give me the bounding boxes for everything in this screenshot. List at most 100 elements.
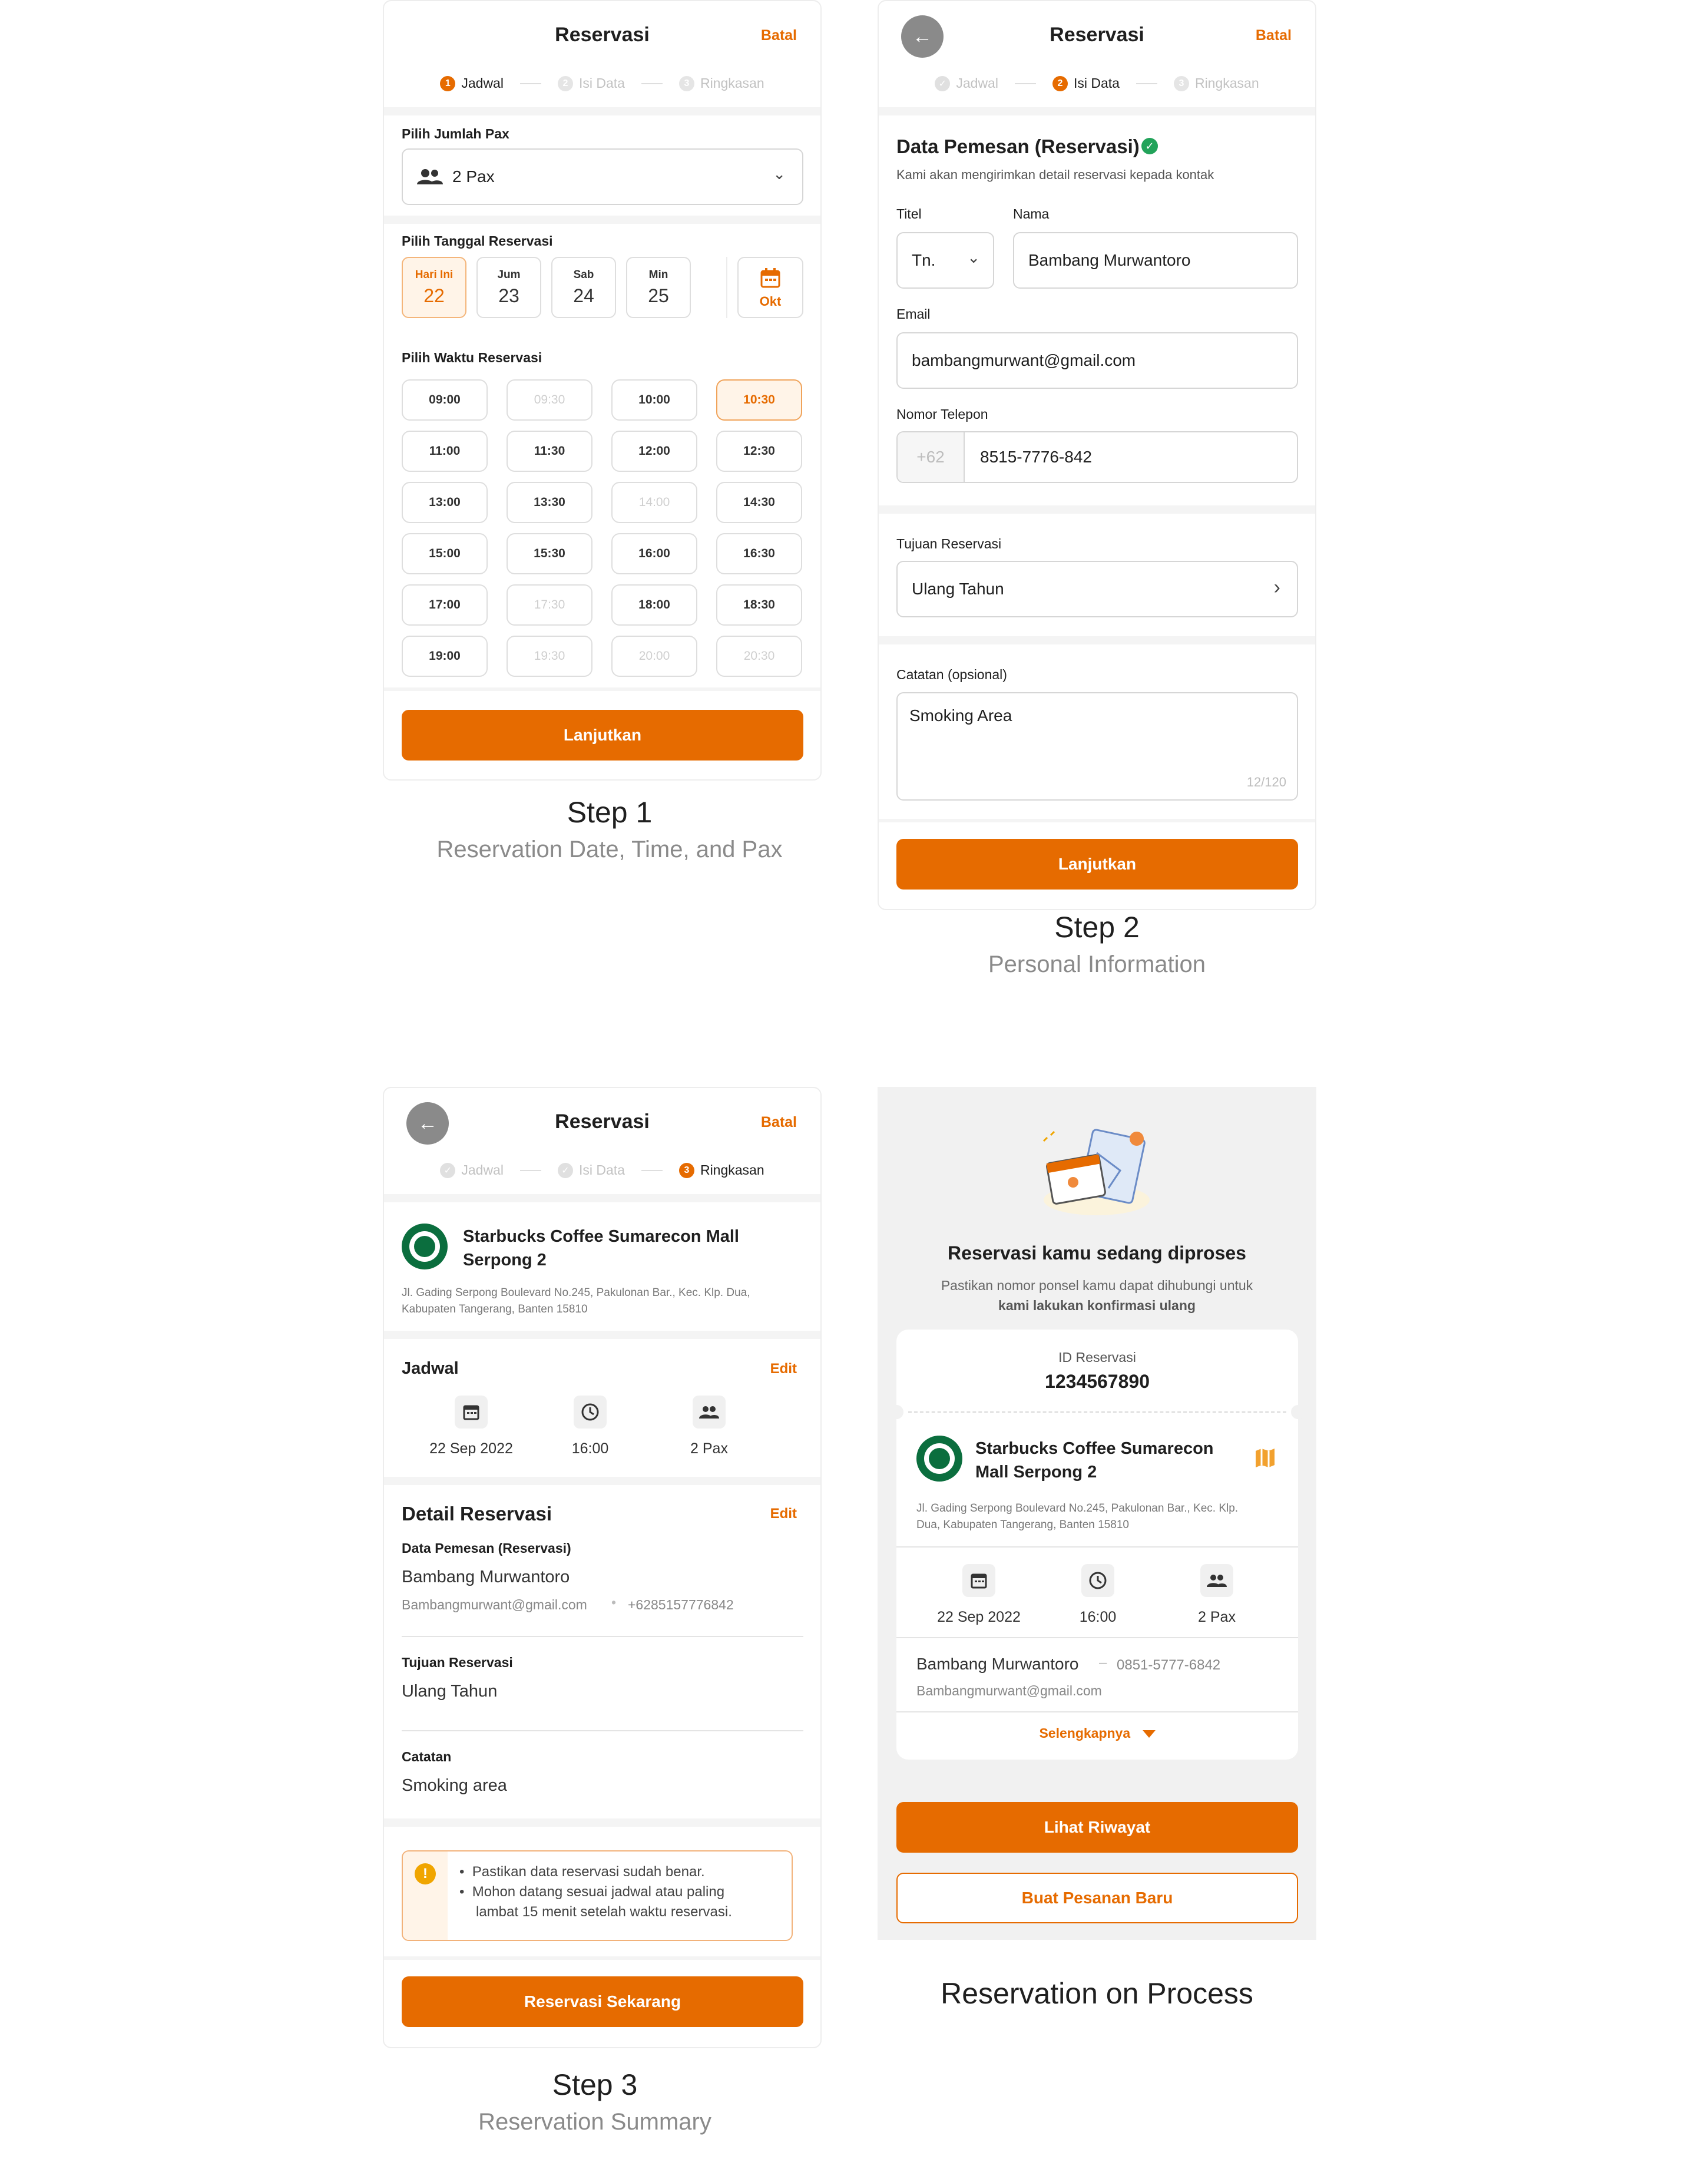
schedule-pax: 2 Pax: [690, 1440, 728, 1457]
reservation-ticket: ID Reservasi 1234567890 Starbucks Coffee…: [889, 1330, 1305, 1760]
cancel-button[interactable]: Batal: [1256, 27, 1292, 44]
store-address: Jl. Gading Serpong Boulevard No.245, Pak…: [402, 1287, 750, 1315]
time-slot[interactable]: 18:30: [716, 584, 802, 626]
reserve-now-button[interactable]: Reservasi Sekarang: [402, 1976, 803, 2027]
time-slot[interactable]: 15:00: [402, 533, 488, 574]
calendar-picker-button[interactable]: Okt: [737, 257, 803, 318]
notes-value: Smoking area: [402, 1776, 507, 1795]
date-card[interactable]: Min 25: [626, 257, 691, 318]
time-slot[interactable]: 16:00: [611, 533, 697, 574]
calendar-icon: [455, 1396, 488, 1429]
continue-button[interactable]: Lanjutkan: [896, 839, 1298, 890]
time-slot[interactable]: 12:30: [716, 431, 802, 472]
month-label: Okt: [759, 294, 782, 309]
date-label: Pilih Tanggal Reservasi: [402, 233, 553, 249]
time-slot[interactable]: 19:00: [402, 636, 488, 677]
detail-title: Detail Reservasi: [402, 1503, 552, 1525]
titel-select[interactable]: Tn. ⌄: [896, 232, 994, 289]
time-slot[interactable]: 18:00: [611, 584, 697, 626]
time-slot[interactable]: 15:30: [507, 533, 592, 574]
time-slot[interactable]: 16:30: [716, 533, 802, 574]
page-title: Reservasi: [1050, 24, 1144, 46]
notes-label: Catatan (opsional): [896, 667, 1007, 682]
starbucks-logo: [916, 1436, 962, 1482]
time-slot[interactable]: 11:30: [507, 431, 592, 472]
time-slot[interactable]: 10:00: [611, 379, 697, 421]
nama-label: Nama: [1013, 206, 1050, 221]
step-isi-data: 2 Isi Data: [1052, 75, 1120, 91]
time-slot: 20:30: [716, 636, 802, 677]
time-slot[interactable]: 12:00: [611, 431, 697, 472]
clock-icon: [574, 1396, 607, 1429]
booker-name: Bambang Murwantoro: [916, 1655, 1079, 1673]
phone-prefix: +62: [898, 432, 965, 482]
people-icon: [1200, 1564, 1233, 1597]
reservation-processing-screen: Reservasi kamu sedang diproses Pastikan …: [878, 1087, 1316, 1940]
check-icon: ✓: [1141, 138, 1158, 154]
purpose-select[interactable]: Ulang Tahun ›: [896, 561, 1298, 617]
edit-schedule-button[interactable]: Edit: [770, 1361, 797, 1377]
processing-subtitle: Pastikan nomor ponsel kamu dapat dihubun…: [941, 1278, 1253, 1313]
notice-box: ! • Pastikan data reservasi sudah benar.…: [402, 1850, 793, 1941]
time-slot[interactable]: 13:00: [402, 482, 488, 523]
purpose-label: Tujuan Reservasi: [402, 1655, 513, 1670]
view-history-button[interactable]: Lihat Riwayat: [896, 1802, 1298, 1853]
new-order-button[interactable]: Buat Pesanan Baru: [896, 1873, 1298, 1923]
time-slot[interactable]: 10:30: [716, 379, 802, 421]
email-input[interactable]: bambangmurwant@gmail.com: [896, 332, 1298, 389]
time-slot[interactable]: 14:30: [716, 482, 802, 523]
time-label: Pilih Waktu Reservasi: [402, 350, 542, 365]
time-slot[interactable]: 11:00: [402, 431, 488, 472]
char-counter: 12/120: [1246, 775, 1286, 789]
time-slot[interactable]: 09:00: [402, 379, 488, 421]
time-slot: 09:30: [507, 379, 592, 421]
stepper: ✓ Jadwal ✓ Isi Data 3 Ringkasan: [384, 1162, 820, 1178]
date-card[interactable]: Jum 23: [476, 257, 541, 318]
time-slot: 14:00: [611, 482, 697, 523]
step-ringkasan: 3 Ringkasan: [678, 1162, 764, 1178]
chevron-down-icon: ⌄: [773, 165, 786, 183]
time-slot[interactable]: 17:00: [402, 584, 488, 626]
time-slot[interactable]: 13:30: [507, 482, 592, 523]
starbucks-logo: [402, 1224, 448, 1269]
booker-email: Bambangmurwant@gmail.com: [402, 1597, 587, 1612]
booker-label: Data Pemesan (Reservasi): [402, 1540, 571, 1556]
schedule-date: 22 Sep 2022: [937, 1609, 1021, 1625]
chevron-down-icon: ⌄: [967, 249, 980, 266]
cancel-button[interactable]: Batal: [761, 1114, 797, 1131]
step-ringkasan: 3 Ringkasan: [1173, 75, 1259, 91]
cancel-button[interactable]: Batal: [761, 27, 797, 44]
booker-name: Bambang Murwantoro: [402, 1568, 570, 1586]
date-card[interactable]: Sab 24: [551, 257, 616, 318]
edit-detail-button[interactable]: Edit: [770, 1506, 797, 1522]
reservation-step1-screen: Reservasi Batal 1 Jadwal 2 Isi Data 3 Ringk…: [383, 0, 822, 781]
nama-input[interactable]: Bambang Murwantoro: [1013, 232, 1298, 289]
step-jadwal: ✓ Jadwal: [440, 1162, 504, 1178]
pax-value: 2 Pax: [452, 167, 495, 186]
time-slot: 17:30: [507, 584, 592, 626]
step-jadwal: ✓ Jadwal: [935, 75, 998, 91]
stepper: 1 Jadwal 2 Isi Data 3 Ringkasan: [384, 75, 820, 91]
schedule-time: 16:00: [1079, 1609, 1117, 1625]
date-card[interactable]: Hari Ini 22: [402, 257, 466, 318]
step3-caption: Step 3 Reservation Summary: [478, 2068, 711, 2135]
notes-label: Catatan: [402, 1749, 452, 1764]
reservation-step3-screen: ← Reservasi Batal ✓ Jadwal ✓ Isi Data 3 Rin…: [383, 1087, 822, 2048]
purpose-value: Ulang Tahun: [402, 1682, 498, 1701]
phone-input[interactable]: +62 8515-7776-842: [896, 431, 1298, 483]
notes-textarea[interactable]: Smoking Area 12/120: [896, 692, 1298, 801]
phone-value: 8515-7776-842: [980, 448, 1092, 466]
time-slot: 19:30: [507, 636, 592, 677]
step-isi-data: 2 Isi Data: [557, 75, 625, 91]
id-label: ID Reservasi: [1058, 1350, 1136, 1365]
calendar-icon: [962, 1564, 995, 1597]
booker-phone: +6285157776842: [628, 1597, 734, 1612]
titel-label: Titel: [896, 206, 922, 221]
schedule-date: 22 Sep 2022: [429, 1440, 513, 1457]
pax-select[interactable]: 2 Pax ⌄: [402, 148, 803, 205]
map-icon[interactable]: [1253, 1446, 1277, 1470]
show-more-button[interactable]: Selengkapnya: [896, 1725, 1298, 1741]
store-name: Starbucks Coffee Sumarecon Mall Serpong 2: [975, 1439, 1214, 1482]
chevron-right-icon: ›: [1273, 576, 1280, 599]
continue-button[interactable]: Lanjutkan: [402, 710, 803, 761]
